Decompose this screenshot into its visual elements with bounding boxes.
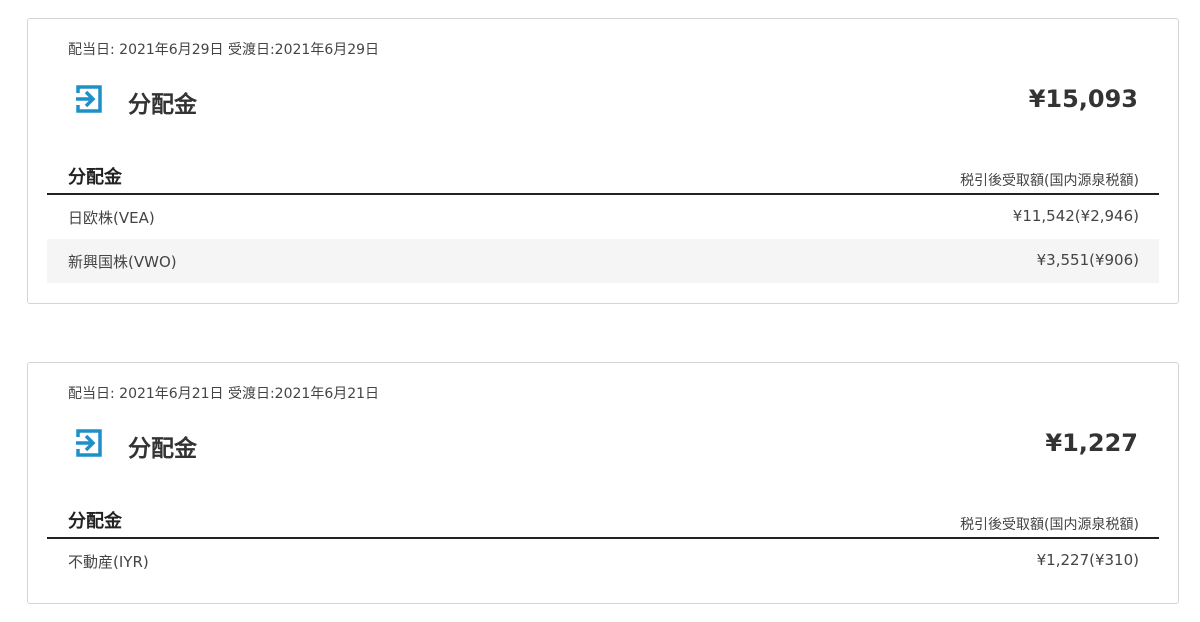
total-amount: ¥15,093 bbox=[1028, 85, 1138, 113]
dividend-card: 配当日: 2021年6月29日 受渡日:2021年6月29日 分配金 ¥15,0… bbox=[27, 18, 1179, 304]
table-header-column: 税引後受取額(国内源泉税額) bbox=[960, 517, 1139, 533]
card-title: 分配金 bbox=[128, 436, 197, 462]
fund-name: 新興国株(VWO) bbox=[68, 253, 177, 271]
fund-name: 不動産(IYR) bbox=[68, 553, 149, 571]
table-header: 分配金 税引後受取額(国内源泉税額) bbox=[47, 503, 1159, 539]
table-body: 日欧株(VEA) ¥11,542(¥2,946) 新興国株(VWO) ¥3,55… bbox=[47, 195, 1159, 283]
table-header-label: 分配金 bbox=[68, 511, 122, 532]
payment-dates: 配当日: 2021年6月21日 受渡日:2021年6月21日 bbox=[68, 386, 380, 402]
total-amount: ¥1,227 bbox=[1045, 429, 1138, 457]
table-row: 新興国株(VWO) ¥3,551(¥906) bbox=[47, 239, 1159, 283]
card-headline: 分配金 ¥15,093 bbox=[68, 79, 1138, 123]
table-body: 不動産(IYR) ¥1,227(¥310) bbox=[47, 539, 1159, 583]
fund-amount: ¥11,542(¥2,946) bbox=[1012, 207, 1139, 225]
table-header-column: 税引後受取額(国内源泉税額) bbox=[960, 173, 1139, 189]
table-row: 日欧株(VEA) ¥11,542(¥2,946) bbox=[47, 195, 1159, 239]
arrow-into-box-icon bbox=[70, 81, 106, 117]
table-header-label: 分配金 bbox=[68, 167, 122, 188]
payment-dates: 配当日: 2021年6月29日 受渡日:2021年6月29日 bbox=[68, 42, 380, 58]
table-header: 分配金 税引後受取額(国内源泉税額) bbox=[47, 159, 1159, 195]
fund-amount: ¥3,551(¥906) bbox=[1036, 251, 1139, 269]
fund-name: 日欧株(VEA) bbox=[68, 209, 155, 227]
card-title: 分配金 bbox=[128, 92, 197, 118]
fund-amount: ¥1,227(¥310) bbox=[1036, 551, 1139, 569]
dividend-card: 配当日: 2021年6月21日 受渡日:2021年6月21日 分配金 ¥1,22… bbox=[27, 362, 1179, 604]
arrow-into-box-icon bbox=[70, 425, 106, 461]
card-headline: 分配金 ¥1,227 bbox=[68, 423, 1138, 467]
table-row: 不動産(IYR) ¥1,227(¥310) bbox=[47, 539, 1159, 583]
